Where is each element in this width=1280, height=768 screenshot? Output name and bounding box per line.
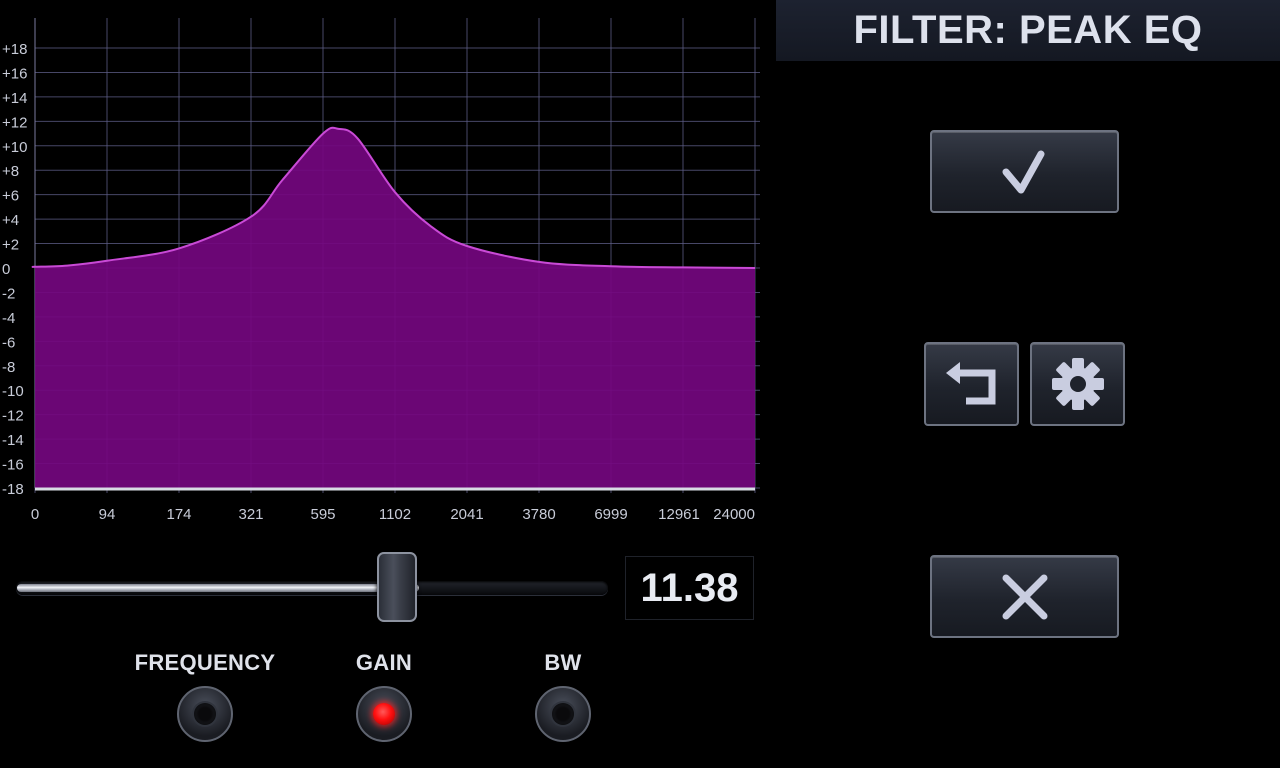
cancel-button[interactable] [930, 555, 1119, 638]
x-tick-label: 3780 [522, 506, 555, 523]
x-tick-label: 6999 [594, 506, 627, 523]
param-gain[interactable]: GAIN [304, 650, 464, 742]
param-bw-label: BW [544, 650, 582, 675]
y-tick-label: -12 [2, 408, 24, 425]
y-tick-label: +6 [2, 188, 19, 205]
y-axis-labels: +18 +16 +14 +12 +10 +8 +6 +4 +2 0 -2 -4 -6 -8 -10 -12 -1… [2, 41, 27, 498]
x-axis-labels: 0 94 174 321 595 1102 2041 3780 6999 12961 24000 [31, 506, 755, 523]
checkmark-icon [1002, 150, 1044, 193]
x-tick-label: 2041 [450, 506, 483, 523]
x-tick-label: 0 [31, 506, 39, 523]
x-tick-label: 12961 [658, 506, 700, 523]
y-tick-label: +14 [2, 90, 27, 107]
undo-icon [945, 362, 995, 405]
filter-title: FILTER: PEAK EQ [853, 8, 1203, 52]
eq-curve-area [32, 127, 756, 488]
y-tick-label: -4 [2, 310, 15, 327]
radio-indicator [552, 703, 574, 725]
y-tick-label: +16 [2, 65, 27, 82]
y-tick-label: +4 [2, 212, 19, 229]
y-tick-label: -2 [2, 285, 15, 302]
undo-button[interactable] [924, 342, 1019, 426]
y-tick-label: -6 [2, 334, 15, 351]
slider-thumb[interactable] [377, 552, 417, 622]
y-tick-label: +10 [2, 139, 27, 156]
settings-button[interactable] [1030, 342, 1125, 426]
radio-indicator [373, 703, 395, 725]
y-tick-label: -16 [2, 457, 24, 474]
y-tick-label: -14 [2, 432, 24, 449]
title-bar: FILTER: PEAK EQ [776, 0, 1280, 61]
y-tick-label: -8 [2, 359, 15, 376]
value-text: 11.38 [640, 565, 739, 610]
y-tick-label: +18 [2, 41, 27, 58]
y-tick-label: -18 [2, 481, 24, 498]
radio-indicator [194, 703, 216, 725]
x-tick-label: 1102 [379, 506, 411, 523]
param-frequency-label: FREQUENCY [134, 650, 276, 675]
eq-response-graph[interactable]: +18 +16 +14 +12 +10 +8 +6 +4 +2 0 -2 -4 -6 -8 -10 -12 -1… [0, 0, 770, 530]
param-bw[interactable]: BW [483, 650, 643, 742]
value-readout: 11.38 [625, 556, 754, 620]
y-tick-label: 0 [2, 261, 10, 278]
confirm-button[interactable] [930, 130, 1119, 213]
y-tick-label: +12 [2, 114, 27, 131]
param-frequency[interactable]: FREQUENCY [125, 650, 285, 742]
gear-icon [1051, 358, 1104, 410]
gain-radio[interactable] [356, 686, 412, 742]
gain-slider[interactable] [15, 550, 615, 626]
slider-fill [17, 584, 419, 592]
param-gain-label: GAIN [355, 650, 413, 675]
x-tick-label: 595 [310, 506, 335, 523]
y-tick-label: -10 [2, 383, 24, 400]
x-tick-label: 174 [166, 506, 191, 523]
close-icon [1002, 574, 1047, 619]
y-tick-label: +2 [2, 237, 19, 254]
x-tick-label: 94 [99, 506, 116, 523]
x-tick-label: 321 [238, 506, 263, 523]
x-tick-label: 24000 [713, 506, 755, 523]
y-tick-label: +8 [2, 163, 19, 180]
bw-radio[interactable] [535, 686, 591, 742]
frequency-radio[interactable] [177, 686, 233, 742]
